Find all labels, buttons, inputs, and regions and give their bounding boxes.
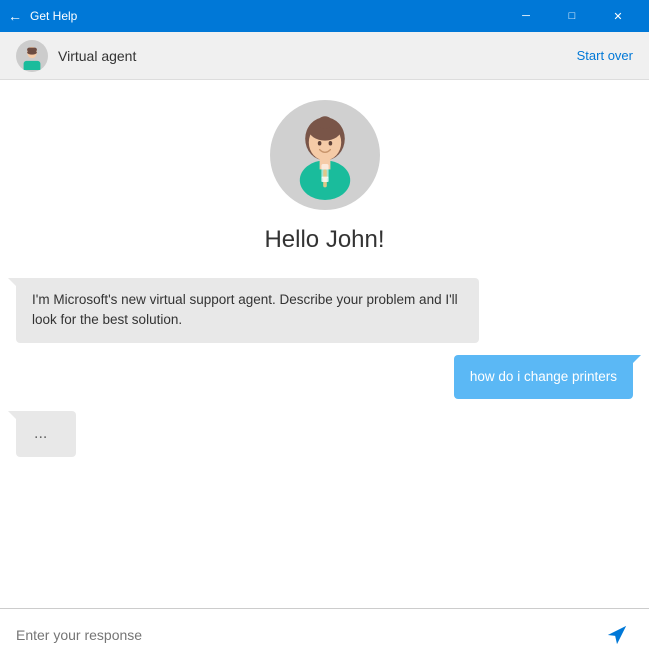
agent-name-label: Virtual agent [58, 48, 577, 64]
minimize-button[interactable]: ─ [503, 0, 549, 32]
close-button[interactable]: ✕ [595, 0, 641, 32]
app-header: Virtual agent Start over [0, 32, 649, 80]
title-bar: ← Get Help ─ □ ✕ [0, 0, 649, 32]
message-row: I'm Microsoft's new virtual support agen… [16, 278, 633, 343]
title-bar-controls: ─ □ ✕ [503, 0, 641, 32]
messages-container: I'm Microsoft's new virtual support agen… [16, 278, 633, 457]
back-button[interactable]: ← [8, 8, 22, 24]
send-button[interactable] [601, 619, 633, 651]
user-message-bubble: how do i change printers [454, 355, 633, 399]
agent-avatar-small [16, 40, 48, 72]
chat-area: Hello John! I'm Microsoft's new virtual … [0, 80, 649, 608]
maximize-button[interactable]: □ [549, 0, 595, 32]
agent-avatar-large [270, 100, 380, 210]
typing-indicator: ... [16, 411, 76, 457]
message-row: ... [16, 411, 633, 457]
title-bar-left: ← Get Help [8, 8, 503, 24]
start-over-button[interactable]: Start over [577, 48, 633, 63]
input-area [0, 608, 649, 660]
title-bar-title: Get Help [30, 9, 77, 23]
response-input[interactable] [16, 627, 601, 643]
agent-message-bubble: I'm Microsoft's new virtual support agen… [16, 278, 479, 343]
send-icon [606, 624, 628, 646]
greeting-text: Hello John! [264, 226, 384, 254]
message-row: how do i change printers [16, 355, 633, 399]
